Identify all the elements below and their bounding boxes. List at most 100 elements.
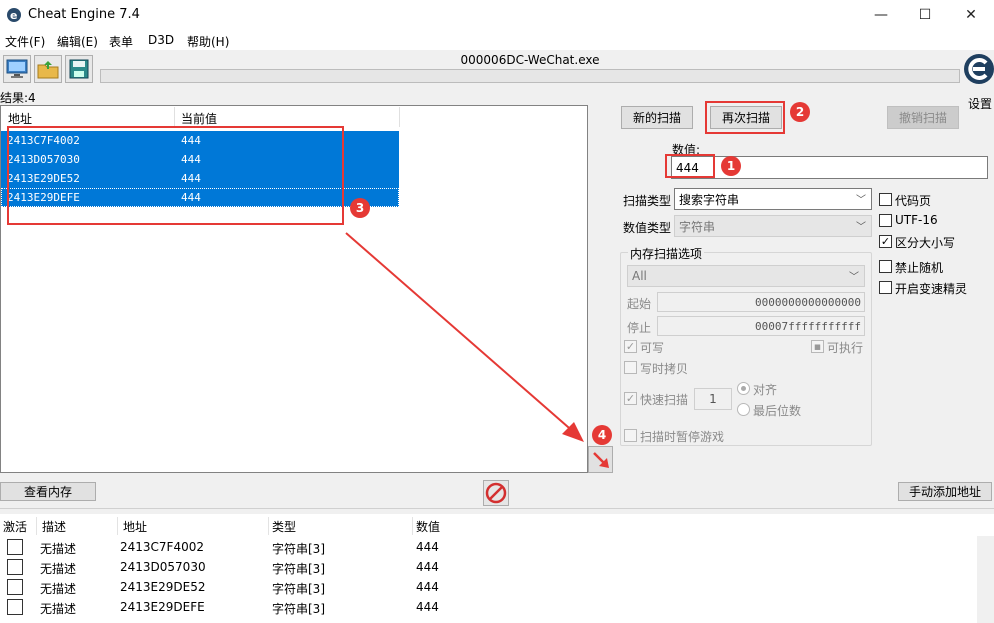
fast-scan-value-input[interactable]: 1 (694, 388, 732, 410)
annotation-badge-4: 4 (592, 425, 612, 445)
entry-description[interactable]: 无描述 (40, 540, 76, 557)
svg-text:e: e (10, 9, 17, 22)
col-description[interactable]: 描述 (42, 518, 66, 535)
fast-scan-label: 快速扫描 (640, 393, 689, 407)
col-type[interactable]: 类型 (272, 518, 296, 535)
scan-progress-bar (100, 69, 960, 83)
entry-value[interactable]: 444 (416, 580, 439, 594)
computer-process-icon (6, 59, 28, 78)
select-process-button[interactable] (3, 55, 31, 83)
entry-description[interactable]: 无描述 (40, 580, 76, 597)
speedhack-label: 开启变速精灵 (895, 282, 968, 296)
entry-address[interactable]: 2413E29DE52 (120, 580, 205, 594)
entry-address[interactable]: 2413C7F4002 (120, 540, 204, 554)
entry-value[interactable]: 444 (416, 600, 439, 614)
menu-file[interactable]: 文件(F) (5, 33, 45, 50)
memory-region-value: All (632, 269, 647, 283)
column-divider (268, 517, 269, 535)
memory-options-title: 内存扫描选项 (628, 245, 705, 262)
open-folder-icon (37, 61, 59, 79)
codepage-checkbox[interactable] (879, 193, 892, 206)
align-radio[interactable] (737, 382, 750, 395)
codepage-label: 代码页 (895, 194, 932, 208)
case-sensitive-checkbox[interactable]: ✓ (879, 235, 892, 248)
column-current-value[interactable]: 当前值 (181, 110, 217, 127)
entry-address[interactable]: 2413D057030 (120, 560, 206, 574)
view-memory-button[interactable]: 查看内存 (0, 482, 96, 501)
minimize-button[interactable]: — (858, 0, 904, 30)
settings-label[interactable]: 设置 (968, 95, 992, 112)
open-file-button[interactable] (34, 55, 62, 83)
new-scan-button[interactable]: 新的扫描 (621, 106, 693, 129)
executable-label: 可执行 (827, 341, 864, 355)
cheat-engine-logo-icon[interactable] (962, 52, 994, 92)
active-checkbox[interactable] (7, 559, 23, 575)
entry-type[interactable]: 字符串[3] (272, 600, 325, 617)
stop-label: 停止 (627, 321, 652, 335)
value-input[interactable]: 444 (671, 156, 988, 179)
writable-label: 可写 (640, 341, 665, 355)
col-value[interactable]: 数值 (416, 518, 440, 535)
annotation-badge-1: 1 (721, 156, 741, 176)
menu-d3d[interactable]: D3D (148, 33, 174, 47)
column-divider (399, 107, 400, 127)
close-button[interactable]: ✕ (948, 0, 994, 30)
maximize-button[interactable]: ☐ (902, 0, 948, 30)
entry-address[interactable]: 2413E29DEFE (120, 600, 205, 614)
add-to-addresslist-button[interactable] (588, 446, 613, 473)
last-digits-radio[interactable] (737, 403, 750, 416)
chevron-down-icon: ﹀ (856, 222, 866, 233)
memory-region-select[interactable]: All ﹀ (627, 265, 865, 287)
add-address-manually-button[interactable]: 手动添加地址 (898, 482, 992, 501)
start-address-input[interactable]: 0000000000000000 (657, 292, 865, 312)
entry-type[interactable]: 字符串[3] (272, 540, 325, 557)
undo-scan-button[interactable]: 撤销扫描 (887, 106, 959, 129)
menu-help[interactable]: 帮助(H) (187, 33, 229, 50)
save-button[interactable] (65, 55, 93, 83)
entry-type[interactable]: 字符串[3] (272, 580, 325, 597)
col-address[interactable]: 地址 (123, 518, 147, 535)
active-checkbox[interactable] (7, 599, 23, 615)
entry-type[interactable]: 字符串[3] (272, 560, 325, 577)
annotation-badge-3: 3 (350, 198, 370, 218)
menu-table[interactable]: 表单 (109, 33, 133, 50)
scan-type-select[interactable]: 搜索字符串 ﹀ (674, 188, 872, 210)
entry-description[interactable]: 无描述 (40, 560, 76, 577)
value-type-select[interactable]: 字符串 ﹀ (674, 215, 872, 237)
splitter[interactable] (0, 508, 994, 511)
writable-checkbox[interactable]: ✓ (624, 340, 637, 353)
annotation-box-value (665, 154, 715, 178)
start-label: 起始 (627, 297, 652, 311)
executable-checkbox[interactable]: ▪ (811, 340, 824, 353)
process-name: 000006DC-WeChat.exe (460, 53, 600, 67)
entry-description[interactable]: 无描述 (40, 600, 76, 617)
column-address[interactable]: 地址 (8, 110, 32, 127)
active-checkbox[interactable] (7, 579, 23, 595)
scan-type-label: 扫描类型 (623, 194, 672, 208)
utf16-label: UTF-16 (895, 213, 938, 227)
no-random-checkbox[interactable] (879, 260, 892, 273)
pause-game-label: 扫描时暂停游戏 (640, 430, 725, 444)
case-sensitive-label: 区分大小写 (895, 236, 956, 250)
entry-value[interactable]: 444 (416, 560, 439, 574)
menu-edit[interactable]: 编辑(E) (57, 33, 98, 50)
annotation-badge-2: 2 (790, 102, 810, 122)
copy-on-write-checkbox[interactable] (624, 361, 637, 374)
save-disk-icon (69, 59, 89, 79)
utf16-checkbox[interactable] (879, 214, 892, 227)
pause-game-checkbox[interactable] (624, 429, 637, 442)
column-divider (412, 517, 413, 535)
copy-on-write-label: 写时拷贝 (640, 362, 689, 376)
result-count: 结果:4 (0, 91, 36, 105)
cheat-engine-app-icon: e (6, 7, 22, 23)
fast-scan-checkbox[interactable]: ✓ (624, 392, 637, 405)
speedhack-checkbox[interactable] (879, 281, 892, 294)
col-active[interactable]: 激活 (3, 518, 27, 535)
vertical-scrollbar[interactable] (977, 536, 994, 623)
stop-cancel-icon[interactable] (483, 480, 509, 506)
red-arrow-down-right-icon (592, 451, 609, 468)
entry-value[interactable]: 444 (416, 540, 439, 554)
last-digits-label: 最后位数 (753, 404, 802, 418)
active-checkbox[interactable] (7, 539, 23, 555)
stop-address-input[interactable]: 00007fffffffffff (657, 316, 865, 336)
